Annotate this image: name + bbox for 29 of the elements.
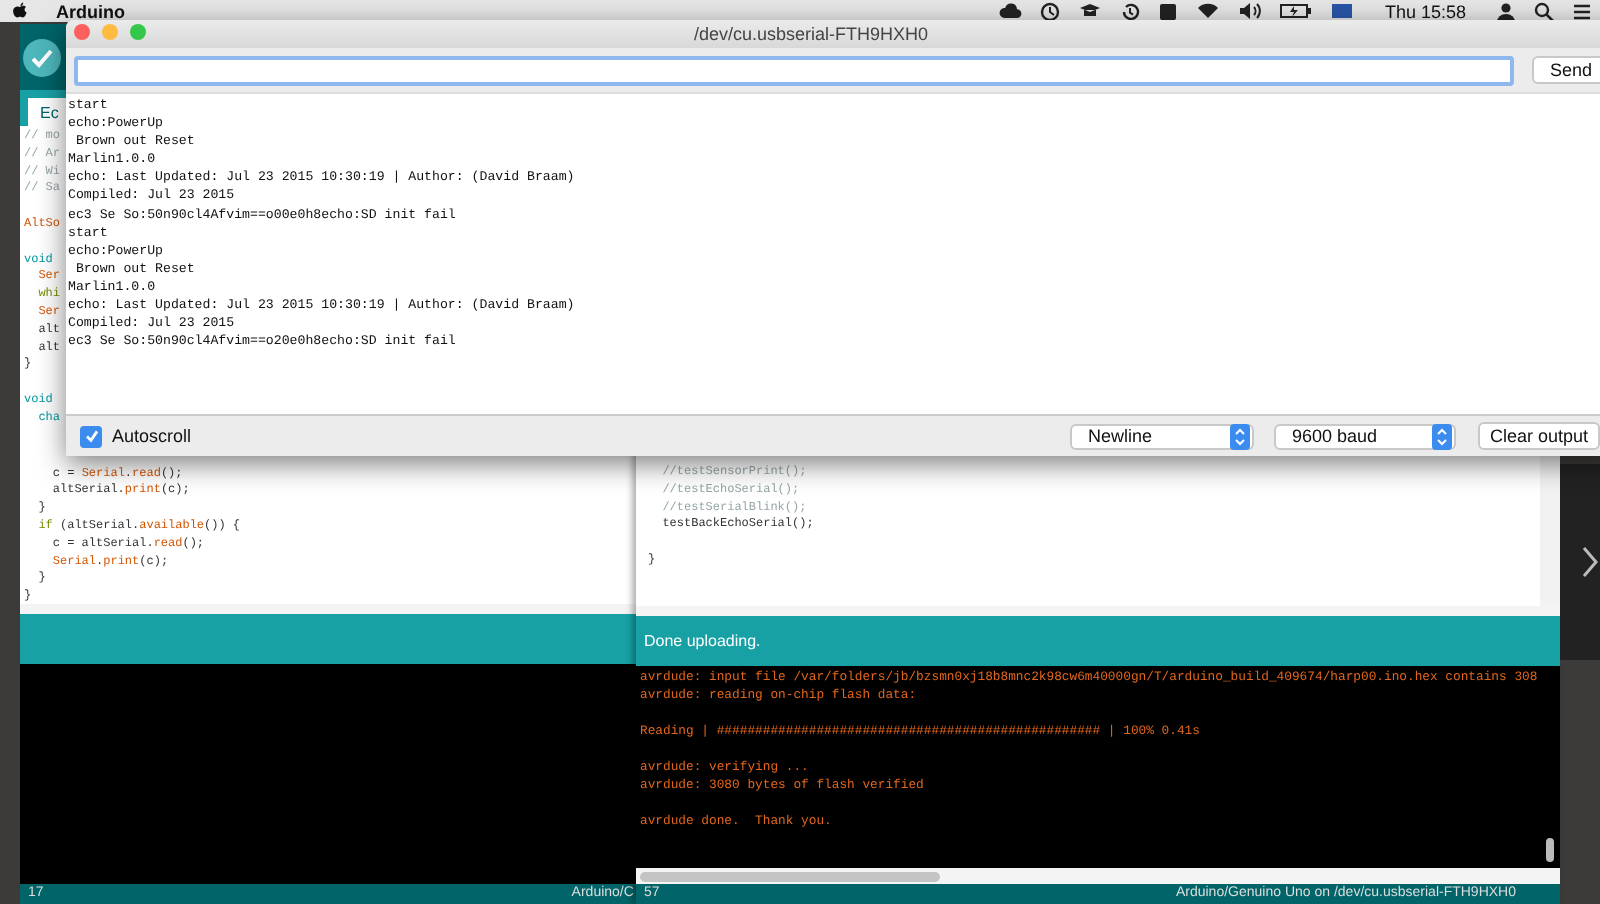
stepper-icon: [1431, 423, 1452, 449]
clock-icon[interactable]: [1040, 1, 1061, 21]
chevron-right-icon[interactable]: [1582, 546, 1598, 578]
window-title: /dev/cu.usbserial-FTH9HXH0: [693, 24, 929, 44]
scrollbar-thumb[interactable]: [640, 871, 940, 881]
search-icon[interactable]: [1534, 1, 1554, 21]
apple-icon[interactable]: [12, 2, 28, 20]
baud-rate-select[interactable]: 9600 baud: [1273, 423, 1456, 449]
clear-output-button[interactable]: Clear output: [1477, 422, 1600, 450]
send-button[interactable]: Send: [1532, 56, 1600, 84]
cloud-icon[interactable]: [998, 2, 1023, 20]
line-ending-select[interactable]: Newline: [1069, 423, 1254, 449]
history-icon[interactable]: [1120, 1, 1141, 21]
sketch-tab[interactable]: Ec: [28, 98, 71, 126]
cap-icon[interactable]: [1078, 2, 1103, 20]
status-message: Done uploading.: [644, 632, 761, 650]
scrollbar-thumb[interactable]: [1546, 838, 1554, 862]
battery-icon[interactable]: [1280, 2, 1313, 20]
wifi-icon[interactable]: [1196, 2, 1221, 20]
checkmark-icon: [83, 428, 99, 444]
clock[interactable]: Thu 15:58: [1384, 1, 1466, 21]
verify-button[interactable]: [22, 37, 62, 77]
stepper-icon: [1229, 423, 1250, 449]
list-icon[interactable]: [1572, 1, 1592, 21]
app-menu[interactable]: Arduino: [56, 1, 125, 21]
volume-icon[interactable]: [1238, 2, 1263, 20]
autoscroll-checkbox[interactable]: [80, 425, 102, 447]
autoscroll-label: Autoscroll: [112, 426, 192, 446]
message-input[interactable]: [74, 55, 1514, 85]
